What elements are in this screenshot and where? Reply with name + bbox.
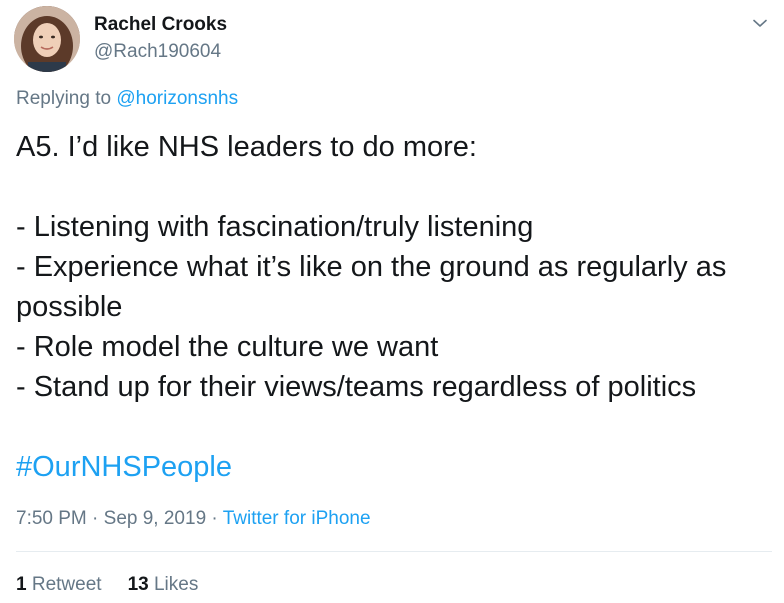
avatar[interactable] xyxy=(14,6,80,72)
tweet-source-link[interactable]: Twitter for iPhone xyxy=(223,508,371,529)
tweet-text: A5. I’d like NHS leaders to do more: - L… xyxy=(16,127,776,487)
tweet-meta: 7:50 PM · Sep 9, 2019 · Twitter for iPho… xyxy=(16,508,371,530)
tweet-line: - Experience what it’s like on the groun… xyxy=(16,251,727,283)
retweets-stat[interactable]: 1 Retweet xyxy=(16,574,102,596)
more-options-button[interactable] xyxy=(748,12,772,34)
tweet-line: possible xyxy=(16,291,123,323)
author-display-name[interactable]: Rachel Crooks xyxy=(94,14,227,36)
tweet-line: - Listening with fascination/truly liste… xyxy=(16,211,534,243)
replying-to-label: Replying to xyxy=(16,88,117,109)
tweet-line: A5. I’d like NHS leaders to do more: xyxy=(16,131,477,163)
avatar-photo xyxy=(14,6,80,72)
meta-separator: · xyxy=(86,508,104,529)
tweet-stats: 1 Retweet 13 Likes xyxy=(16,574,198,596)
tweet-date[interactable]: Sep 9, 2019 xyxy=(104,508,206,529)
author-handle[interactable]: @Rach190604 xyxy=(94,41,221,63)
likes-stat[interactable]: 13 Likes xyxy=(128,574,199,596)
tweet-card: Rachel Crooks @Rach190604 Replying to @h… xyxy=(0,0,784,603)
likes-label: Likes xyxy=(153,574,199,595)
replying-to: Replying to @horizonsnhs xyxy=(16,88,238,110)
reply-mention-link[interactable]: @horizonsnhs xyxy=(116,88,238,109)
hashtag-link[interactable]: #OurNHSPeople xyxy=(16,447,776,487)
meta-separator: · xyxy=(206,508,223,529)
retweets-label: Retweet xyxy=(31,574,102,595)
retweets-count: 1 xyxy=(16,574,27,595)
tweet-line: - Role model the culture we want xyxy=(16,331,439,363)
divider xyxy=(16,551,772,552)
tweet-time[interactable]: 7:50 PM xyxy=(16,508,87,529)
tweet-line: - Stand up for their views/teams regardl… xyxy=(16,371,697,403)
likes-count: 13 xyxy=(127,574,149,595)
chevron-down-icon xyxy=(753,19,767,27)
